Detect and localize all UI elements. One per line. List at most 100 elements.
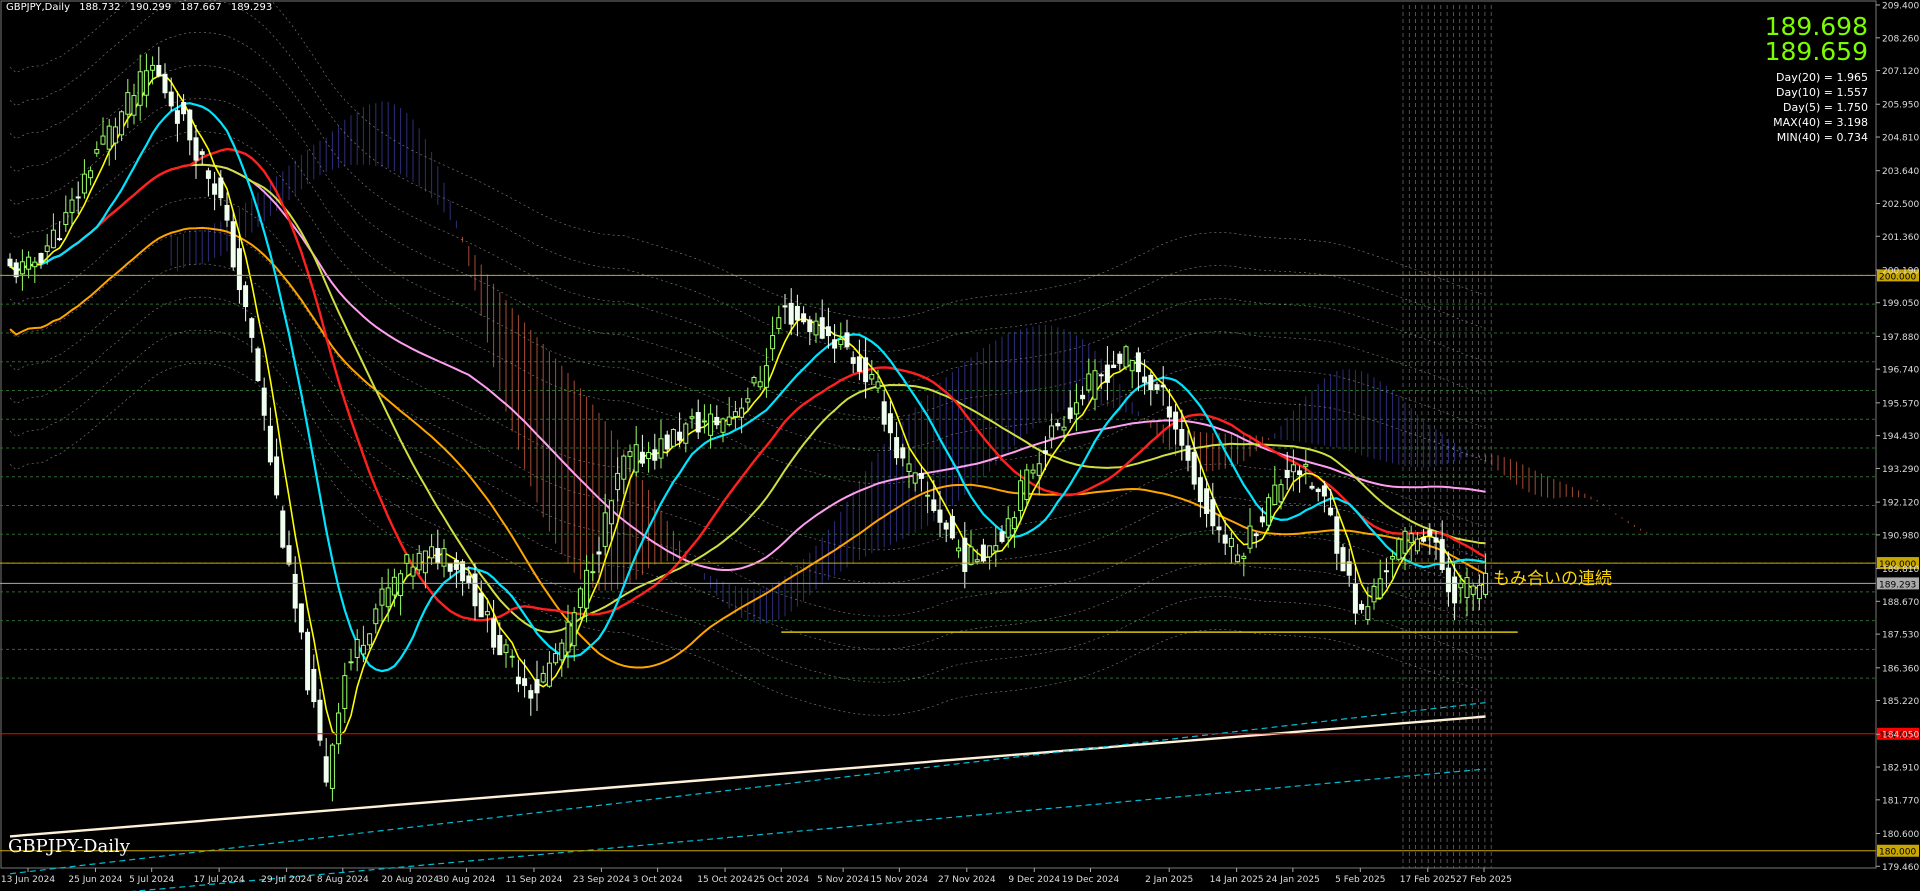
candle-body xyxy=(1365,606,1371,621)
candle-body xyxy=(410,566,416,577)
candle-body xyxy=(726,416,732,426)
candle xyxy=(900,443,906,467)
low-price: 187.667 xyxy=(180,2,222,13)
candle xyxy=(515,659,521,693)
candle xyxy=(286,530,292,567)
candle-body xyxy=(1253,533,1259,537)
candle-body xyxy=(596,551,602,555)
candle-body xyxy=(131,95,137,116)
candle xyxy=(869,360,875,386)
candle-body xyxy=(1309,485,1315,489)
candle-body xyxy=(1073,402,1079,415)
x-tick-label: 14 Jan 2025 xyxy=(1210,875,1264,885)
candle-body xyxy=(162,73,168,94)
candle xyxy=(732,400,738,429)
candle-body xyxy=(956,547,962,552)
candle xyxy=(1278,479,1284,510)
candle xyxy=(794,294,800,337)
y-tick-label: 195.570 xyxy=(1882,399,1919,409)
candle-body xyxy=(1340,547,1346,572)
candle xyxy=(131,83,137,125)
candle-body xyxy=(1197,477,1203,503)
candle-body xyxy=(925,494,931,497)
candle-body xyxy=(1191,451,1197,485)
candle xyxy=(1235,544,1241,563)
y-tick-label: 190.980 xyxy=(1882,531,1919,541)
candle-body xyxy=(1247,525,1253,549)
candle xyxy=(596,536,602,573)
x-tick-label: 5 Feb 2025 xyxy=(1335,875,1385,885)
candle-body xyxy=(1179,428,1185,446)
candle-body xyxy=(218,177,224,199)
candle-body xyxy=(980,544,986,562)
candle-body xyxy=(348,661,354,664)
candle-body xyxy=(193,137,199,161)
candle xyxy=(546,650,552,688)
candle-body xyxy=(1055,422,1061,427)
candle-body xyxy=(794,305,800,321)
candle-body xyxy=(199,151,205,155)
candle xyxy=(757,365,763,391)
candle-body xyxy=(1377,578,1383,599)
price-chart[interactable]: 184.065189.293190.000200.000180.000 209.… xyxy=(0,0,1920,891)
candle xyxy=(255,346,261,383)
candle-body xyxy=(298,603,304,633)
candle xyxy=(819,299,825,340)
candle xyxy=(1154,381,1160,394)
candle-body xyxy=(1396,538,1402,560)
candle-body xyxy=(236,248,242,291)
candle-body xyxy=(94,149,100,154)
candle-body xyxy=(763,365,769,388)
y-tick-label: 187.530 xyxy=(1882,631,1919,641)
candle-body xyxy=(367,633,373,646)
candle-body xyxy=(906,463,912,472)
candle xyxy=(646,441,652,473)
candle-body xyxy=(1098,374,1104,377)
envelope-band xyxy=(9,362,1486,716)
candle-body xyxy=(559,642,565,661)
candle xyxy=(57,221,63,242)
candle xyxy=(416,544,422,575)
candle-body xyxy=(323,756,329,783)
time-axis[interactable]: 13 Jun 2024 25 Jun 2024 5 Jul 2024 17 Jul 2… xyxy=(1,868,1512,885)
chart-header: GBPJPY,Daily 188.732 190.299 187.667 189… xyxy=(6,2,278,13)
candle-body xyxy=(677,431,683,441)
candle-body xyxy=(255,348,261,382)
x-tick-label: 20 Aug 2024 xyxy=(381,875,439,885)
candle xyxy=(993,526,999,567)
y-tick-label: 209.400 xyxy=(1882,2,1919,12)
x-tick-label: 2 Jan 2025 xyxy=(1145,875,1193,885)
candle-body xyxy=(75,196,81,199)
candle-body xyxy=(422,550,428,574)
candle-body xyxy=(918,472,924,479)
candle xyxy=(968,530,974,566)
candle-body xyxy=(212,183,218,195)
candle xyxy=(143,53,149,108)
candle xyxy=(633,426,639,477)
candle xyxy=(999,525,1005,544)
candle-body xyxy=(993,545,999,552)
candle xyxy=(280,506,286,549)
price-axis[interactable]: 209.400 208.260 207.120 205.950 204.810 203.6… xyxy=(1876,2,1919,873)
candle xyxy=(559,638,565,677)
candle xyxy=(949,509,955,540)
y-tick-label: 193.290 xyxy=(1882,465,1919,475)
candle-body xyxy=(745,398,751,403)
moving-averages xyxy=(9,74,1487,891)
x-tick-label: 24 Jan 2025 xyxy=(1266,875,1320,885)
candle xyxy=(1185,430,1191,472)
y-tick-label: 208.260 xyxy=(1882,34,1919,44)
candle-body xyxy=(187,109,193,141)
candle xyxy=(1123,344,1129,371)
x-tick-label: 30 Aug 2024 xyxy=(438,875,496,885)
candle-body xyxy=(949,515,955,539)
candle xyxy=(435,529,441,570)
candle-body xyxy=(1359,603,1365,610)
long-ma-upper-band xyxy=(9,702,1486,875)
candle-body xyxy=(360,644,366,655)
candle xyxy=(1024,463,1030,507)
candle xyxy=(453,552,459,589)
bid-price: 189.698 xyxy=(1764,12,1868,41)
candle xyxy=(174,91,180,142)
candle-body xyxy=(168,91,174,107)
